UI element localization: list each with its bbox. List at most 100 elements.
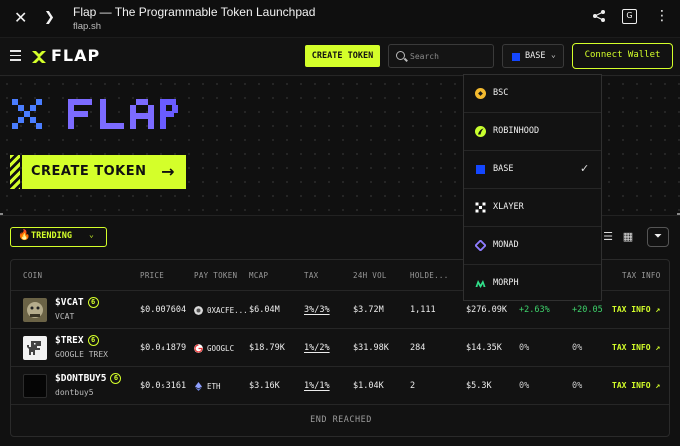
market-cap: $18.79K <box>249 343 285 353</box>
fire-icon: 🔥 <box>18 230 31 241</box>
filter-icon: ⏷ <box>654 231 662 242</box>
chain-option-label: XLAYER <box>493 202 524 212</box>
logo-text[interactable]: FLAP <box>51 46 100 65</box>
more-vert-icon[interactable]: ⋮ <box>655 8 669 24</box>
chain-option-xlayer[interactable]: XLAYER <box>464 189 601 227</box>
base-icon <box>476 165 485 174</box>
token-name: GOOGLE TREX <box>55 350 108 359</box>
browser-page-title: Flap — The Programmable Token Launchpad <box>73 5 316 19</box>
list-view-icon[interactable]: ☰ <box>600 229 616 245</box>
liquidity: $276.09K <box>466 305 507 315</box>
chain-selector-label: BASE <box>525 51 546 61</box>
pay-token: 0XACFE... <box>207 306 248 315</box>
chain-option-label: BSC <box>493 88 509 98</box>
hero-create-token-button[interactable]: CREATE TOKEN → <box>22 155 186 189</box>
volume-24h: $1.04K <box>353 381 384 391</box>
holders: 284 <box>410 343 426 353</box>
volume-24h: $3.72M <box>353 305 384 315</box>
table-row[interactable]: $TREX 6 GOOGLE TREX $0.0₄1879 GOOGLC $18.… <box>11 329 669 367</box>
chain-option-morph[interactable]: MORPH <box>464 265 601 303</box>
monad-icon <box>475 240 486 251</box>
morph-icon <box>475 280 486 288</box>
token-ticker[interactable]: $DONTBUY5 6 <box>55 373 122 384</box>
chain-option-monad[interactable]: MONAD <box>464 227 601 265</box>
volume-24h: $31.98K <box>353 343 389 353</box>
chain-option-label: ROBINHOOD <box>493 126 540 136</box>
close-icon[interactable]: ✕ <box>14 8 27 27</box>
chain-option-bsc[interactable]: BSC <box>464 75 601 113</box>
robinhood-icon <box>475 126 486 137</box>
pay-token-icon <box>194 306 203 315</box>
tax-info-link[interactable]: TAX INFO ↗ <box>612 305 660 314</box>
browser-toolbar: ✕ ❯ Flap — The Programmable Token Launch… <box>0 0 680 38</box>
check-icon: ✓ <box>580 162 590 175</box>
search-icon <box>396 51 405 60</box>
hero-create-token[interactable]: CREATE TOKEN → <box>10 155 186 189</box>
column-header: PRICE <box>140 271 165 280</box>
price-change: 0% <box>519 343 530 353</box>
token-badge: 6 <box>87 297 99 308</box>
search-box[interactable] <box>388 44 494 68</box>
holders: 1,111 <box>410 305 436 315</box>
menu-icon[interactable] <box>10 50 21 61</box>
column-header: MCAP <box>249 271 269 280</box>
price-change: 0% <box>572 343 583 353</box>
grid-view-icon[interactable]: ▦ <box>620 229 636 245</box>
flap-logo-icon[interactable] <box>31 49 47 65</box>
token-ticker[interactable]: $VCAT 6 <box>55 297 99 308</box>
xlayer-icon <box>475 202 486 213</box>
price-change: 0% <box>519 381 530 391</box>
token-ticker[interactable]: $TREX 6 <box>55 335 99 346</box>
liquidity: $14.35K <box>466 343 502 353</box>
chain-option-base[interactable]: BASE ✓ <box>464 151 601 189</box>
search-input[interactable] <box>410 49 490 63</box>
chain-option-label: BASE <box>493 164 514 174</box>
token-price: $0.0₅3161 <box>140 381 187 391</box>
eth-icon <box>195 382 202 391</box>
holders: 2 <box>410 381 416 391</box>
token-avatar <box>23 298 47 322</box>
sort-label: TRENDING <box>31 231 72 241</box>
chain-option-label: MORPH <box>493 278 519 288</box>
market-cap: $3.16K <box>249 381 280 391</box>
chain-option-robinhood[interactable]: ROBINHOOD <box>464 113 601 151</box>
market-cap: $6.04M <box>249 305 280 315</box>
tax-rate[interactable]: 1%/1% <box>304 381 330 391</box>
hazard-stripe <box>10 155 20 189</box>
sort-dropdown[interactable]: 🔥 TRENDING ⌄ <box>10 227 107 247</box>
create-token-button[interactable]: CREATE TOKEN <box>305 45 380 67</box>
filter-button[interactable]: ⏷ <box>647 227 669 247</box>
translate-icon[interactable]: G <box>622 9 637 24</box>
column-header: TAX INFO <box>622 271 661 280</box>
token-price: $0.007604 <box>140 305 187 315</box>
token-badge: 6 <box>87 335 99 346</box>
tax-rate[interactable]: 3%/3% <box>304 305 330 315</box>
token-badge: 6 <box>110 373 122 384</box>
column-header: PAY TOKEN <box>194 271 238 280</box>
bsc-icon <box>475 88 486 99</box>
share-icon[interactable] <box>592 9 606 27</box>
chevron-down-icon: ⌄ <box>89 230 94 239</box>
tax-rate[interactable]: 1%/2% <box>304 343 330 353</box>
token-name: VCAT <box>55 312 75 321</box>
price-change: +20.05 <box>572 305 603 315</box>
liquidity: $5.3K <box>466 381 492 391</box>
chevron-down-icon: ⌄ <box>551 50 556 59</box>
token-name: dontbuy5 <box>55 388 94 397</box>
tax-info-link[interactable]: TAX INFO ↗ <box>612 381 660 390</box>
tax-info-link[interactable]: TAX INFO ↗ <box>612 343 660 352</box>
chevron-down-icon[interactable]: ❯ <box>44 10 55 25</box>
chain-dropdown-menu: BSC ROBINHOOD BASE ✓ XLAYER MONAD MORPH <box>463 74 602 301</box>
price-change: 0% <box>572 381 583 391</box>
price-change: +2.63% <box>519 305 550 315</box>
browser-url[interactable]: flap.sh <box>73 21 101 32</box>
table-row[interactable]: $DONTBUY5 6 dontbuy5 $0.0₅3161 ETH $3.16K… <box>11 367 669 405</box>
connect-wallet-button[interactable]: Connect Wallet <box>572 43 673 69</box>
token-avatar <box>23 374 47 398</box>
end-reached-text: END REACHED <box>310 415 372 425</box>
chain-selector[interactable]: BASE ⌄ <box>502 44 564 68</box>
pay-token: GOOGLC <box>207 344 235 353</box>
hero-create-token-label: CREATE TOKEN <box>31 164 147 179</box>
column-header: TAX <box>304 271 319 280</box>
pay-token-icon <box>194 344 203 353</box>
